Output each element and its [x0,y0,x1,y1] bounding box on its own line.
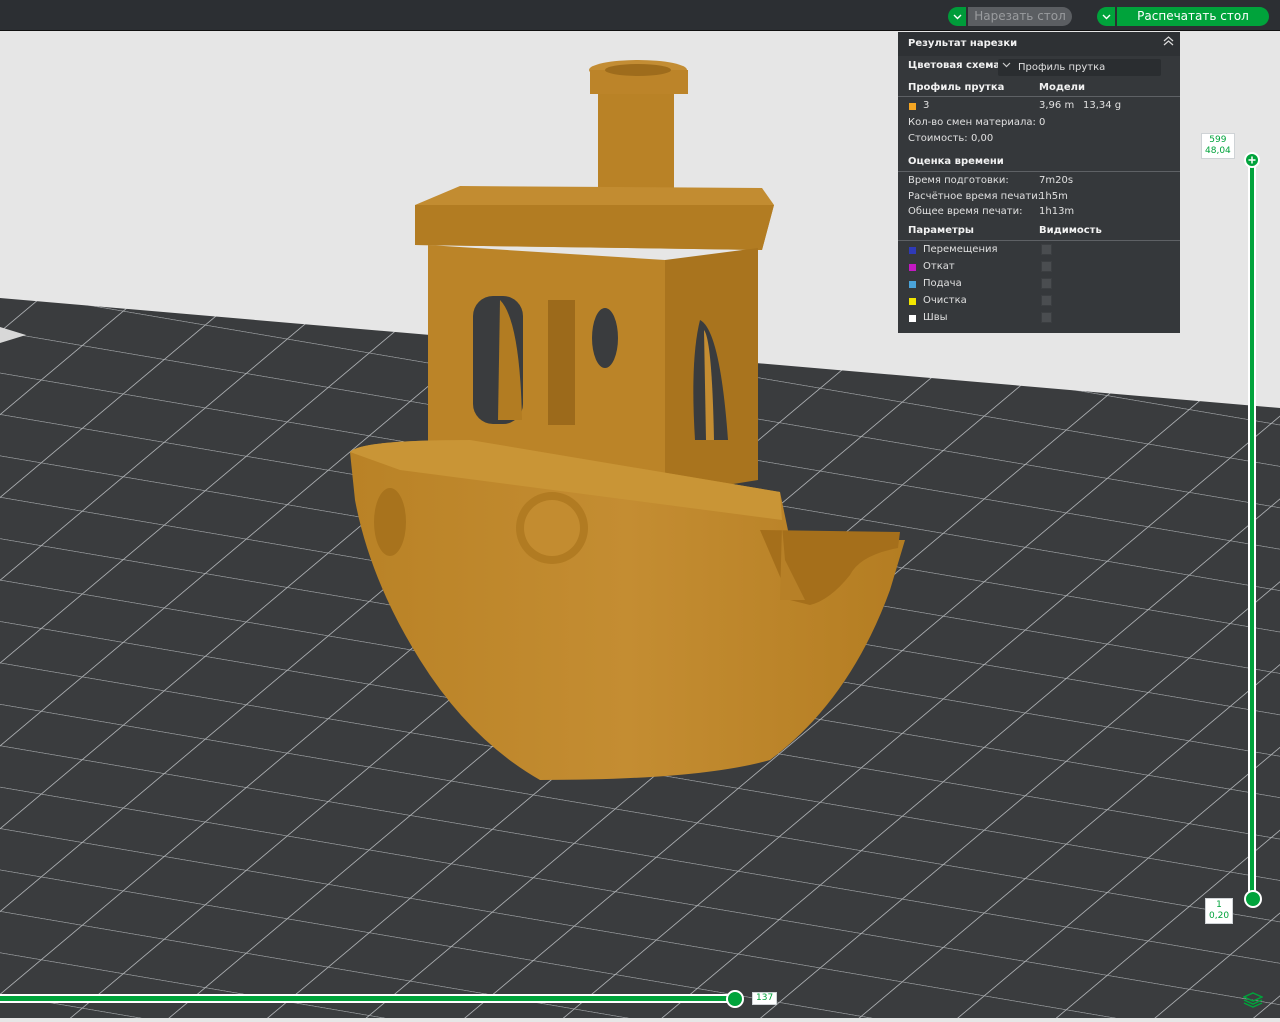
total-time-value: 1h13m [1039,206,1075,217]
layers-icon[interactable] [1242,992,1264,1008]
slice-dropdown-chevron-icon[interactable] [948,7,966,26]
estimated-time-value: 1h5m [1039,191,1068,202]
total-time-label: Общее время печати: [908,206,1023,217]
filament-length: 3,96 m [1039,100,1075,111]
material-changes-label: Кол-во смен материала: [908,117,1036,128]
top-toolbar: Нарезать стол Распечатать стол [0,0,1280,31]
top-layer-height: 48,04 [1205,146,1231,156]
filament-color-swatch [909,103,916,110]
estimated-time-label: Расчётное время печати: [908,191,1042,202]
print-dropdown-chevron-icon[interactable] [1097,7,1115,26]
plus-icon [1248,156,1256,164]
layer-slider-track[interactable] [1248,160,1256,898]
bottom-layer-height: 0,20 [1209,911,1230,921]
param-label-wipe: Очистка [923,295,967,306]
feed-visibility-checkbox[interactable] [1041,278,1052,289]
divider [898,171,1180,172]
layer-slider-top-handle[interactable] [1244,152,1260,168]
prep-time-value: 7m20s [1039,175,1074,186]
retract-visibility-checkbox[interactable] [1041,261,1052,272]
top-layer-label: 599 48,04 [1201,133,1235,159]
print-plate-button[interactable]: Распечатать стол [1097,7,1269,26]
retract-color-swatch [909,264,916,271]
wipe-visibility-checkbox[interactable] [1041,295,1052,306]
travel-color-swatch [909,247,916,254]
divider [898,240,1180,241]
time-estimate-title: Оценка времени [908,156,1004,167]
color-scheme-dropdown[interactable]: Профиль прутка [998,59,1161,76]
models-header: Модели [1039,82,1086,93]
dropdown-chevron-icon [1002,61,1011,72]
slice-result-panel: Результат нарезки Цветовая схема Профиль… [898,32,1180,333]
visibility-header: Видимость [1039,225,1102,236]
move-slider[interactable]: 137 [0,990,778,1008]
move-slider-track[interactable] [0,994,736,1003]
collapse-chevron-icon[interactable] [1163,36,1174,49]
filament-header: Профиль прутка [908,82,1005,93]
cost-label: Стоимость: [908,133,968,144]
cost-value: 0,00 [971,133,994,144]
wipe-color-swatch [909,298,916,305]
param-label-seams: Швы [923,312,948,323]
params-header: Параметры [908,225,974,236]
color-scheme-label: Цветовая схема [908,60,1001,71]
filament-name: 3 [923,100,930,111]
travel-visibility-checkbox[interactable] [1041,244,1052,255]
move-slider-handle[interactable] [726,990,744,1008]
param-label-feed: Подача [923,278,962,289]
layer-slider-bottom-handle[interactable] [1244,890,1262,908]
divider [898,96,1180,97]
param-label-travel: Перемещения [923,244,998,255]
bottom-layer-number: 1 [1216,900,1222,910]
seams-color-swatch [909,315,916,322]
feed-color-swatch [909,281,916,288]
color-scheme-value: Профиль прутка [1018,62,1106,73]
panel-header[interactable]: Результат нарезки [898,32,1180,56]
top-layer-number: 599 [1209,135,1227,145]
layer-slider[interactable] [1243,150,1263,910]
print-plate-label[interactable]: Распечатать стол [1117,7,1269,26]
filament-weight: 13,34 g [1083,100,1122,111]
material-changes-value: 0 [1039,117,1046,128]
move-slider-value: 137 [752,992,778,1005]
slice-plate-button[interactable]: Нарезать стол [948,7,1072,26]
slice-plate-label[interactable]: Нарезать стол [968,7,1072,26]
seams-visibility-checkbox[interactable] [1041,312,1052,323]
param-label-retract: Откат [923,261,955,272]
prep-time-label: Время подготовки: [908,175,1009,186]
panel-title: Результат нарезки [908,38,1018,49]
bottom-layer-label: 1 0,20 [1205,898,1234,924]
